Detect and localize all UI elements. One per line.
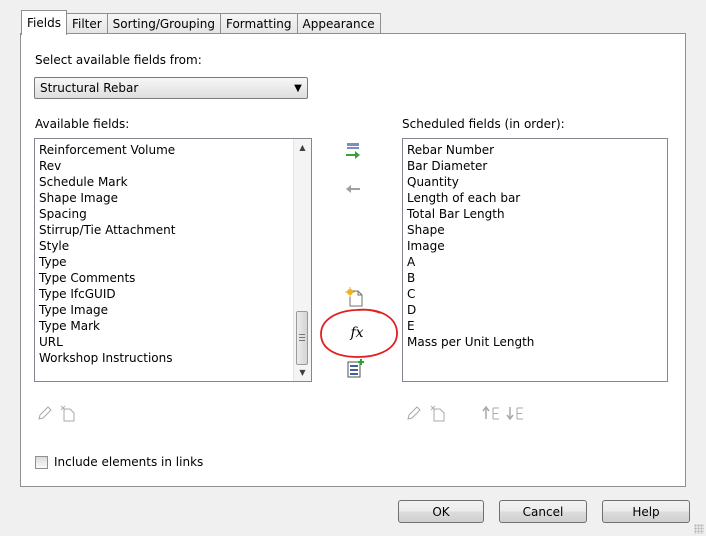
list-item[interactable]: Workshop Instructions — [35, 350, 175, 366]
list-item[interactable]: Length of each bar — [403, 190, 534, 206]
tab-fields[interactable]: Fields — [21, 10, 67, 35]
list-item[interactable]: B — [403, 270, 534, 286]
fields-source-dropdown[interactable]: Structural Rebar ▼ — [34, 77, 308, 99]
list-item[interactable]: Bar Diameter — [403, 158, 534, 174]
list-item[interactable]: Rebar Number — [403, 142, 534, 158]
scheduled-fields-label: Scheduled fields (in order): — [402, 117, 565, 131]
tab-label: Filter — [71, 17, 102, 31]
tab-strip: Fields Filter Sorting/Grouping Formattin… — [21, 10, 381, 35]
list-item[interactable]: Type Image — [35, 302, 175, 318]
annotation-circle — [320, 308, 398, 358]
list-item[interactable]: E — [403, 318, 534, 334]
list-item[interactable]: Type Mark — [35, 318, 175, 334]
help-label: Help — [632, 504, 660, 519]
add-field-button[interactable] — [342, 140, 364, 162]
move-up-button[interactable] — [481, 402, 503, 424]
select-from-label: Select available fields from: — [35, 53, 202, 67]
combine-parameters-icon — [347, 359, 364, 378]
new-parameter-icon — [345, 287, 363, 307]
list-item[interactable]: Total Bar Length — [403, 206, 534, 222]
available-fields-scrollbar[interactable]: ▲ ▼ — [293, 139, 311, 381]
tab-label: Sorting/Grouping — [112, 17, 215, 31]
ok-button[interactable]: OK — [398, 500, 484, 523]
include-links-label: Include elements in links — [54, 455, 204, 469]
add-parameter-button[interactable] — [344, 286, 366, 308]
delete-field-button-left[interactable] — [57, 402, 79, 424]
move-up-icon — [482, 405, 499, 420]
tab-sorting-grouping[interactable]: Sorting/Grouping — [106, 13, 221, 34]
delete-field-button-right[interactable] — [427, 402, 449, 424]
list-item[interactable]: Schedule Mark — [35, 174, 175, 190]
cancel-label: Cancel — [522, 504, 564, 519]
delete-parameter-icon — [60, 405, 75, 422]
available-fields-label: Available fields: — [35, 117, 130, 131]
chevron-down-icon: ▼ — [294, 82, 302, 94]
list-item[interactable]: Style — [35, 238, 175, 254]
scheduled-fields-items: Rebar Number Bar Diameter Quantity Length o… — [403, 142, 534, 350]
cancel-button[interactable]: Cancel — [499, 500, 587, 523]
include-links-checkbox[interactable] — [35, 456, 48, 469]
help-button[interactable]: Help — [602, 500, 690, 523]
list-item[interactable]: Spacing — [35, 206, 175, 222]
list-item[interactable]: Shape Image — [35, 190, 175, 206]
move-down-icon — [506, 407, 523, 421]
tab-filter[interactable]: Filter — [65, 13, 108, 34]
tab-label: Formatting — [225, 17, 292, 31]
list-item[interactable]: URL — [35, 334, 175, 350]
list-item[interactable]: Stirrup/Tie Attachment — [35, 222, 175, 238]
list-item[interactable]: Reinforcement Volume — [35, 142, 175, 158]
remove-field-button[interactable] — [342, 178, 364, 200]
scroll-down-arrow-icon[interactable]: ▼ — [294, 364, 311, 381]
pencil-icon — [38, 406, 52, 420]
available-fields-items: Reinforcement Volume Rev Schedule Mark Shap… — [35, 142, 175, 366]
schedule-properties-dialog: Fields Filter Sorting/Grouping Formattin… — [0, 0, 706, 536]
move-down-button[interactable] — [505, 402, 527, 424]
list-item[interactable]: Rev — [35, 158, 175, 174]
edit-field-button-left[interactable] — [34, 402, 56, 424]
delete-parameter-icon — [430, 405, 445, 422]
list-item[interactable]: A — [403, 254, 534, 270]
add-parameter-icon — [346, 143, 360, 159]
tab-label: Fields — [27, 16, 61, 30]
list-item[interactable]: Type Comments — [35, 270, 175, 286]
tab-label: Appearance — [302, 17, 375, 31]
combine-parameters-button[interactable] — [344, 357, 366, 379]
tab-formatting[interactable]: Formatting — [219, 13, 298, 34]
edit-field-button-right[interactable] — [403, 402, 425, 424]
list-item[interactable]: Quantity — [403, 174, 534, 190]
scheduled-fields-list[interactable]: Rebar Number Bar Diameter Quantity Length o… — [402, 138, 668, 382]
list-item[interactable]: Shape — [403, 222, 534, 238]
available-fields-list[interactable]: Reinforcement Volume Rev Schedule Mark Shap… — [34, 138, 312, 382]
pencil-icon — [407, 406, 421, 420]
list-item[interactable]: Mass per Unit Length — [403, 334, 534, 350]
scroll-up-arrow-icon[interactable]: ▲ — [294, 139, 311, 156]
tab-appearance[interactable]: Appearance — [296, 13, 381, 34]
list-item[interactable]: Type IfcGUID — [35, 286, 175, 302]
dropdown-value: Structural Rebar — [40, 81, 139, 95]
list-item[interactable]: Type — [35, 254, 175, 270]
list-item[interactable]: Image — [403, 238, 534, 254]
scroll-grip-icon — [299, 334, 305, 341]
list-item[interactable]: D — [403, 302, 534, 318]
list-item[interactable]: C — [403, 286, 534, 302]
resize-grip-icon[interactable] — [694, 524, 704, 534]
remove-parameter-icon — [346, 185, 360, 193]
scroll-thumb[interactable] — [296, 311, 308, 365]
ok-label: OK — [432, 504, 450, 519]
